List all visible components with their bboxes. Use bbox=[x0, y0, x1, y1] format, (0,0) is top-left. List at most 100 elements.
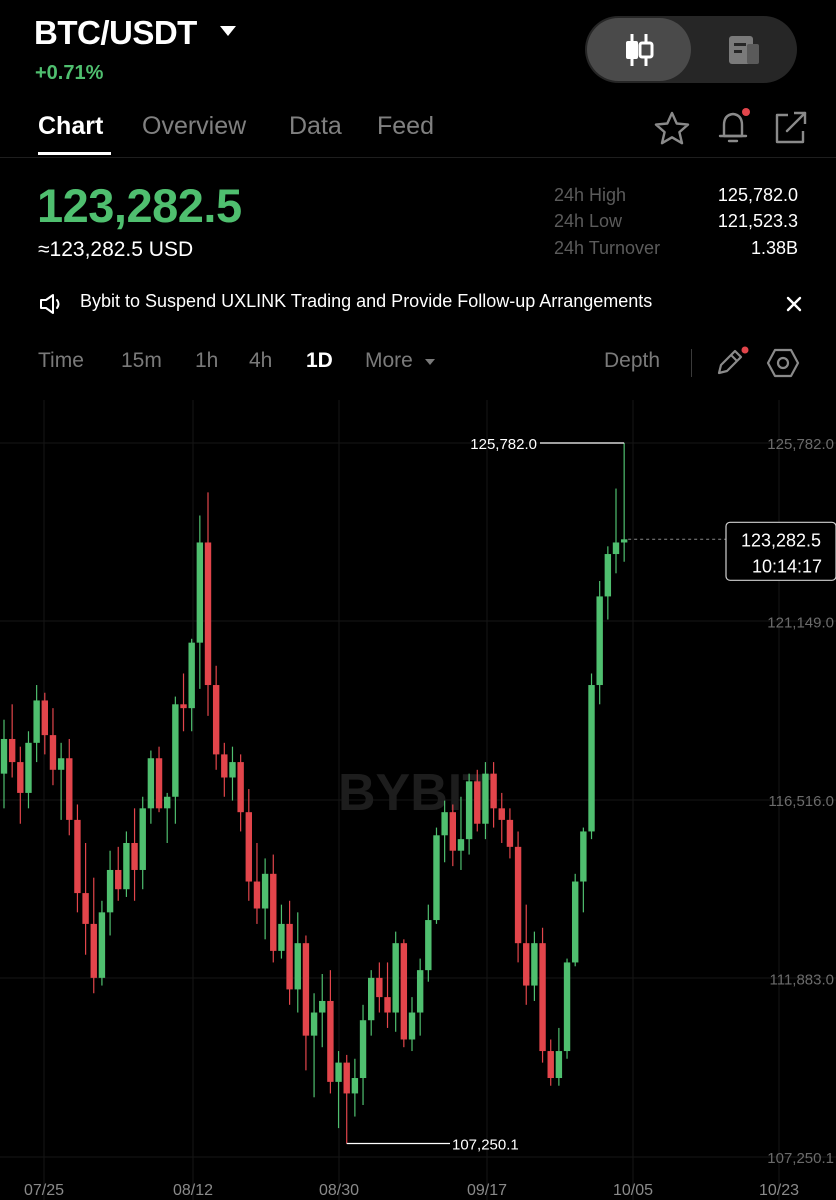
tab-feed[interactable]: Feed bbox=[377, 112, 434, 141]
candle bbox=[327, 1000, 334, 1082]
candle bbox=[416, 970, 424, 1013]
candle bbox=[155, 758, 163, 809]
candle bbox=[302, 943, 310, 1036]
candle bbox=[106, 869, 114, 913]
min-price-label: 107,250.1 bbox=[452, 1137, 519, 1154]
document-view-button[interactable] bbox=[691, 18, 795, 81]
candle bbox=[539, 943, 546, 1052]
candle bbox=[572, 881, 579, 963]
x-tick-label: 10/05 bbox=[613, 1182, 653, 1199]
candle bbox=[604, 554, 612, 597]
timeframe-1h[interactable]: 1h bbox=[195, 349, 218, 373]
candle bbox=[392, 943, 399, 1013]
stat-label-24h-low: 24h Low bbox=[554, 211, 623, 231]
candle bbox=[278, 923, 285, 951]
candle bbox=[310, 1012, 318, 1036]
candle bbox=[123, 842, 130, 890]
candle bbox=[531, 943, 538, 986]
last-price: 123,282.5 bbox=[37, 179, 242, 232]
candle bbox=[253, 881, 261, 909]
candle bbox=[221, 754, 228, 778]
candle bbox=[90, 923, 97, 978]
candle bbox=[359, 1020, 367, 1079]
candle bbox=[270, 873, 277, 951]
timeframe-15m[interactable]: 15m bbox=[121, 349, 162, 373]
candle bbox=[33, 700, 40, 743]
candle bbox=[376, 977, 383, 998]
candle bbox=[212, 685, 220, 755]
candle bbox=[57, 758, 65, 770]
candle bbox=[514, 846, 522, 944]
x-tick-label: 10/23 bbox=[759, 1182, 799, 1199]
candle bbox=[196, 542, 204, 643]
candlestick-chart[interactable]: BYBIT 125,782.0107,250.1123,282.510:14:1… bbox=[0, 400, 836, 1200]
candle bbox=[82, 893, 89, 924]
timeframe-4h[interactable]: 4h bbox=[249, 349, 272, 373]
candle bbox=[523, 943, 530, 986]
candle bbox=[449, 812, 456, 851]
candle bbox=[66, 758, 73, 820]
divider bbox=[0, 157, 836, 158]
pencil-icon[interactable] bbox=[714, 346, 750, 378]
candle bbox=[425, 920, 432, 971]
pair-title[interactable]: BTC/USDT bbox=[34, 14, 197, 52]
max-price-label: 125,782.0 bbox=[470, 436, 537, 453]
candle bbox=[188, 642, 195, 709]
tab-data[interactable]: Data bbox=[289, 112, 342, 141]
speaker-icon bbox=[40, 294, 60, 314]
candle bbox=[498, 808, 505, 820]
star-icon[interactable] bbox=[652, 110, 692, 146]
countdown-timer: 10:14:17 bbox=[752, 556, 822, 576]
candle bbox=[580, 831, 587, 882]
stat-value-24h-low: 121,523.3 bbox=[717, 211, 798, 231]
chevron-down-icon[interactable] bbox=[220, 26, 236, 36]
candle bbox=[596, 596, 603, 686]
candle bbox=[147, 758, 155, 809]
candlestick-view-button[interactable] bbox=[587, 18, 691, 81]
timeframe-more[interactable]: More bbox=[365, 349, 413, 373]
candle bbox=[115, 869, 122, 890]
candle bbox=[563, 962, 571, 1052]
y-tick-label: 116,516.0 bbox=[768, 793, 834, 810]
depth-button[interactable]: Depth bbox=[604, 349, 660, 373]
bell-icon[interactable] bbox=[714, 106, 754, 146]
candle bbox=[474, 781, 481, 824]
tab-chart[interactable]: Chart bbox=[38, 112, 103, 141]
candle bbox=[457, 839, 465, 851]
y-tick-label: 121,149.0 bbox=[767, 615, 834, 632]
stat-label-24h-turnover: 24h Turnover bbox=[554, 238, 661, 258]
announcement-text[interactable]: Bybit to Suspend UXLINK Trading and Prov… bbox=[80, 291, 652, 312]
candle bbox=[620, 539, 628, 543]
candle bbox=[286, 923, 293, 990]
candle bbox=[17, 762, 24, 793]
settings-icon[interactable] bbox=[766, 347, 800, 379]
candle bbox=[98, 912, 106, 978]
candle bbox=[433, 835, 440, 921]
caret-down-icon bbox=[425, 359, 435, 365]
candle bbox=[482, 773, 489, 824]
candle bbox=[229, 762, 236, 778]
candle bbox=[41, 700, 48, 736]
share-icon[interactable] bbox=[772, 110, 810, 146]
candle bbox=[506, 819, 514, 847]
candle bbox=[490, 773, 497, 809]
close-icon[interactable] bbox=[786, 296, 802, 312]
stat-value-24h-high: 125,782.0 bbox=[717, 185, 798, 205]
y-tick-label: 111,883.0 bbox=[769, 972, 834, 989]
candle bbox=[204, 542, 212, 686]
candle bbox=[245, 812, 252, 882]
candle bbox=[335, 1062, 342, 1082]
candle bbox=[74, 819, 81, 894]
tab-overview[interactable]: Overview bbox=[142, 112, 246, 141]
timeframe-1d[interactable]: 1D bbox=[306, 349, 333, 373]
usd-price: ≈123,282.5 USD bbox=[38, 238, 194, 261]
candle bbox=[343, 1062, 350, 1094]
candle bbox=[139, 808, 146, 870]
candlestick-icon bbox=[626, 34, 654, 66]
timeframe-time[interactable]: Time bbox=[38, 349, 84, 373]
candle bbox=[164, 796, 171, 809]
candle bbox=[49, 735, 57, 770]
candle bbox=[408, 1012, 416, 1040]
y-tick-label: 125,782.0 bbox=[767, 436, 834, 453]
candle bbox=[547, 1051, 554, 1079]
